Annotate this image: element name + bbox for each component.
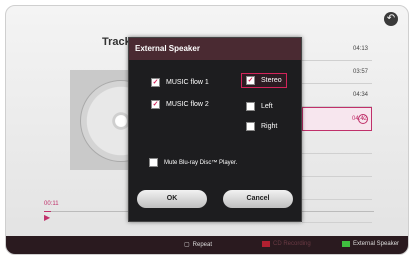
checkbox-icon	[246, 102, 255, 111]
external-speaker-hint[interactable]: External Speaker	[342, 241, 399, 247]
elapsed-time: 00:11	[44, 201, 59, 207]
now-playing-icon: ♪	[358, 114, 368, 124]
track-row[interactable]: 04:34	[302, 84, 372, 107]
ok-button[interactable]: OK	[137, 190, 207, 208]
repeat-key-icon: ▢	[184, 242, 190, 248]
checkbox-checked-icon: ✓	[151, 78, 160, 87]
track-row[interactable]	[302, 177, 372, 200]
stereo-option[interactable]: ✓ Stereo	[241, 73, 287, 88]
dialog-body: ✓ MUSIC flow 1 ✓ MUSIC flow 2 ✓ Stereo L…	[129, 60, 301, 221]
music-player-screen: ↶ Track 04:13 03:57 04:34 04:42 ♪ 00:11 …	[5, 5, 409, 255]
checkbox-checked-icon: ✓	[246, 76, 255, 85]
repeat-label: Repeat	[192, 241, 213, 248]
bottom-hint-bar: ▢ Repeat CD Recording External Speaker	[6, 236, 408, 254]
option-label: MUSIC flow 2	[166, 101, 209, 108]
left-option[interactable]: Left	[246, 102, 273, 111]
track-row[interactable]	[302, 131, 372, 154]
track-row[interactable]: 03:57	[302, 61, 372, 84]
option-label: Stereo	[261, 77, 282, 84]
music-flow-2-option[interactable]: ✓ MUSIC flow 2	[151, 100, 209, 109]
track-row[interactable]: 04:13	[302, 38, 372, 61]
track-list: 04:13 03:57 04:34 04:42	[302, 38, 372, 223]
cd-recording-hint[interactable]: CD Recording	[262, 241, 311, 247]
checkbox-icon	[149, 158, 158, 167]
progress-fill	[44, 211, 51, 212]
external-speaker-label: External Speaker	[353, 241, 400, 247]
option-label: Left	[261, 103, 273, 110]
dialog-title: External Speaker	[129, 38, 301, 60]
play-icon: ▶	[44, 213, 51, 222]
mute-player-option[interactable]: Mute Blu-ray Disc™ Player.	[149, 158, 237, 167]
option-label: MUSIC flow 1	[166, 79, 209, 86]
cancel-button[interactable]: Cancel	[223, 190, 293, 208]
track-row[interactable]	[302, 154, 372, 177]
green-key-icon	[342, 241, 350, 247]
checkbox-icon	[246, 122, 255, 131]
external-speaker-dialog: External Speaker ✓ MUSIC flow 1 ✓ MUSIC …	[128, 37, 302, 222]
back-icon[interactable]: ↶	[384, 12, 398, 26]
checkbox-checked-icon: ✓	[151, 100, 160, 109]
option-label: Mute Blu-ray Disc™ Player.	[164, 159, 238, 166]
option-label: Right	[261, 123, 278, 130]
red-key-icon	[262, 241, 270, 247]
track-column-header: Track	[102, 36, 131, 48]
right-option[interactable]: Right	[246, 122, 277, 131]
cd-recording-label: CD Recording	[273, 241, 311, 247]
music-flow-1-option[interactable]: ✓ MUSIC flow 1	[151, 78, 209, 87]
repeat-hint[interactable]: ▢ Repeat	[184, 241, 213, 249]
